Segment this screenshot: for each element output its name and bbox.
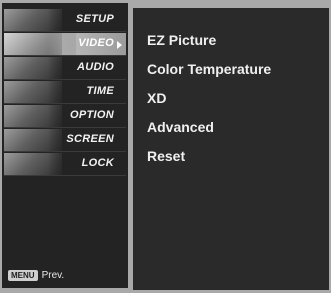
menu-item-label: SCREEN — [66, 133, 114, 145]
menu-item-video[interactable]: VIDEO — [4, 33, 126, 56]
audio-icon — [4, 57, 76, 79]
submenu-item-reset[interactable]: Reset — [147, 148, 185, 164]
video-icon — [4, 33, 76, 55]
submenu-item-color-temperature[interactable]: Color Temperature — [147, 61, 271, 77]
screen-icon — [4, 129, 76, 151]
submenu-item-advanced[interactable]: Advanced — [147, 119, 214, 135]
tv-menu-screen: SETUP VIDEO AUDIO TIME OPTION SCREEN LOC… — [0, 0, 331, 293]
time-icon — [4, 81, 76, 103]
chevron-right-icon — [117, 41, 122, 49]
menu-item-label: OPTION — [70, 109, 114, 121]
menu-item-label: LOCK — [81, 157, 114, 169]
prev-hint: Prev. — [41, 269, 65, 281]
menu-item-time[interactable]: TIME — [4, 81, 126, 104]
menu-item-audio[interactable]: AUDIO — [4, 57, 126, 80]
submenu-item-ez-picture[interactable]: EZ Picture — [147, 32, 216, 48]
menu-item-setup[interactable]: SETUP — [4, 9, 126, 32]
menu-key-badge: MENU — [8, 269, 38, 281]
setup-icon — [4, 9, 76, 31]
menu-item-label: TIME — [86, 85, 114, 97]
lock-icon — [4, 153, 76, 175]
menu-item-option[interactable]: OPTION — [4, 105, 126, 128]
menu-item-label: VIDEO — [78, 37, 114, 49]
menu-footer: MENU Prev. — [8, 268, 64, 282]
menu-item-label: AUDIO — [77, 61, 114, 73]
video-submenu-panel: EZ Picture Color Temperature XD Advanced… — [133, 8, 329, 290]
main-menu-sidebar: SETUP VIDEO AUDIO TIME OPTION SCREEN LOC… — [2, 3, 128, 288]
menu-item-screen[interactable]: SCREEN — [4, 129, 126, 152]
menu-item-lock[interactable]: LOCK — [4, 153, 126, 176]
option-icon — [4, 105, 76, 127]
submenu-item-xd[interactable]: XD — [147, 90, 166, 106]
menu-item-label: SETUP — [75, 13, 114, 25]
